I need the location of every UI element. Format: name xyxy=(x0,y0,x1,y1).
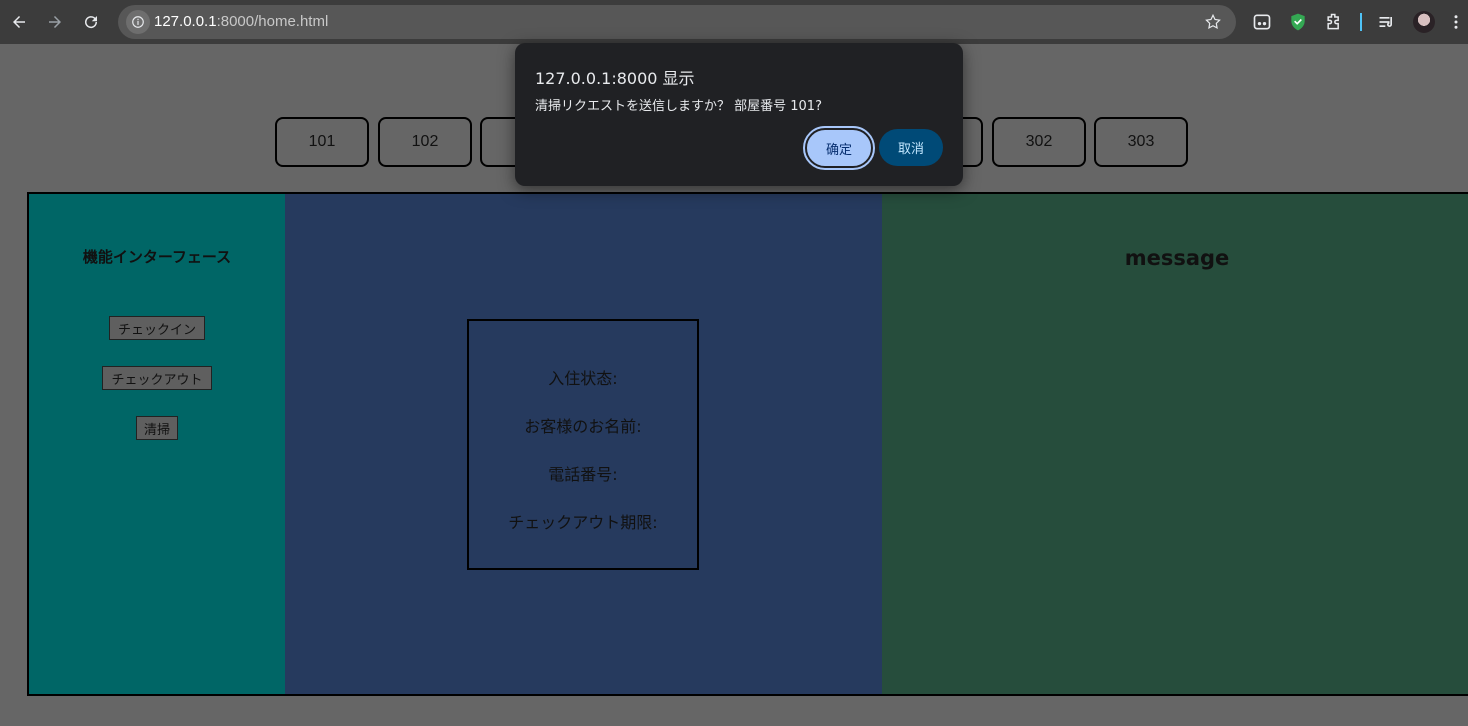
function-panel: 機能インターフェース チェックイン チェックアウト 清掃 xyxy=(29,194,285,694)
guest-name-label: お客様のお名前: xyxy=(524,417,642,436)
message-panel: message xyxy=(882,194,1468,694)
checkin-button[interactable]: チェックイン xyxy=(109,316,205,340)
checkout-button[interactable]: チェックアウト xyxy=(102,366,212,390)
url-text[interactable]: 127.0.0.1:8000/home.html xyxy=(154,13,328,30)
site-info-icon[interactable] xyxy=(126,10,150,34)
cancel-button[interactable]: 取消 xyxy=(879,129,943,166)
toolbar-divider xyxy=(1360,13,1362,31)
dialog-title: 127.0.0.1:8000 显示 xyxy=(535,69,695,88)
message-title: message xyxy=(1124,246,1230,270)
menu-icon[interactable] xyxy=(1449,11,1463,33)
reload-icon[interactable] xyxy=(79,10,103,34)
bookmark-star-icon[interactable] xyxy=(1204,13,1222,31)
forward-icon[interactable] xyxy=(43,10,67,34)
reading-list-icon[interactable] xyxy=(1376,11,1398,33)
browser-toolbar: 127.0.0.1:8000/home.html xyxy=(0,0,1468,44)
room-button-101[interactable]: 101 xyxy=(275,117,369,167)
puzzle-extensions-icon[interactable] xyxy=(1323,11,1345,33)
clean-button[interactable]: 清掃 xyxy=(136,416,178,440)
occupancy-status-label: 入住状态: xyxy=(548,369,618,388)
confirm-dialog: 127.0.0.1:8000 显示 清掃リクエストを送信しますか？ 部屋番号 1… xyxy=(515,43,963,186)
url-host: 127.0.0.1 xyxy=(154,13,217,30)
room-info-box: 入住状态: お客様のお名前: 電話番号: チェックアウト期限: xyxy=(467,319,699,570)
room-button-302[interactable]: 302 xyxy=(992,117,1086,167)
shield-extension-icon[interactable] xyxy=(1287,11,1309,33)
phone-number-label: 電話番号: xyxy=(548,465,618,484)
room-button-303[interactable]: 303 xyxy=(1094,117,1188,167)
url-path: :8000/home.html xyxy=(216,13,329,30)
extension-icon[interactable] xyxy=(1251,11,1273,33)
back-icon[interactable] xyxy=(7,10,31,34)
room-button-102[interactable]: 102 xyxy=(378,117,472,167)
room-info-panel: 入住状态: お客様のお名前: 電話番号: チェックアウト期限: xyxy=(285,194,882,694)
checkout-deadline-label: チェックアウト期限: xyxy=(508,513,658,532)
function-panel-title: 機能インターフェース xyxy=(82,248,232,266)
address-bar[interactable]: 127.0.0.1:8000/home.html xyxy=(118,5,1236,39)
profile-avatar[interactable] xyxy=(1413,11,1435,33)
ok-button[interactable]: 确定 xyxy=(803,126,875,170)
dialog-message: 清掃リクエストを送信しますか？ 部屋番号 101? xyxy=(535,99,822,114)
main-container: 機能インターフェース チェックイン チェックアウト 清掃 入住状态: お客様のお… xyxy=(27,192,1468,696)
